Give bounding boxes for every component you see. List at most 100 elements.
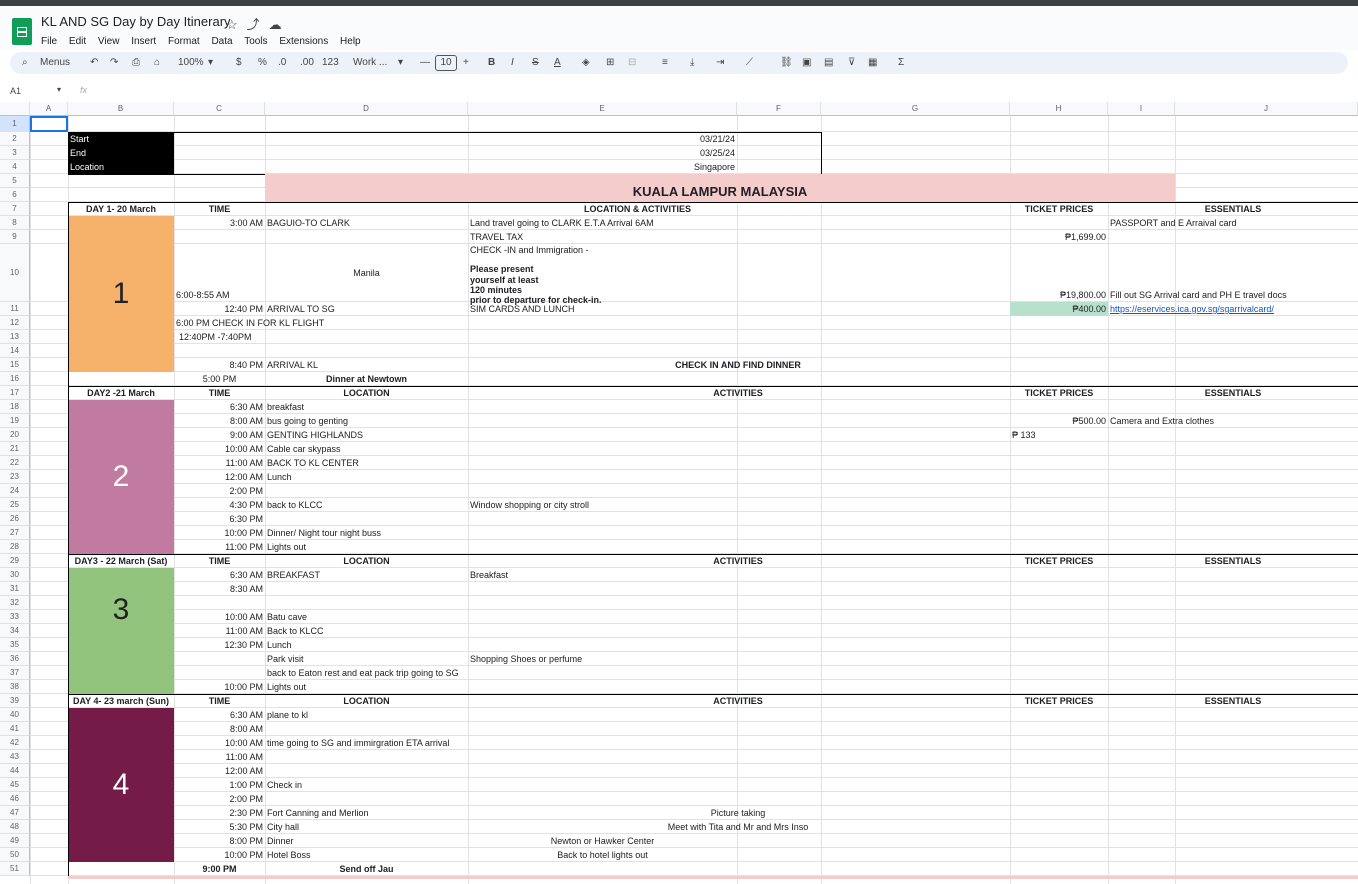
- zoom-select[interactable]: 100%: [178, 56, 204, 70]
- column-header-j[interactable]: J: [1175, 102, 1358, 116]
- menu-tools[interactable]: Tools: [244, 36, 267, 47]
- spreadsheet-grid[interactable]: A B C D E F G H I J 1 2 3 4 5 6 7 8 9 10 11 12 13 14 1…: [0, 102, 1358, 884]
- sheets-logo-icon[interactable]: [12, 18, 32, 45]
- font-size-decrease-button[interactable]: —: [420, 56, 430, 70]
- row-header[interactable]: 8: [0, 216, 30, 230]
- row-header[interactable]: 39: [0, 694, 30, 708]
- fill-color-icon[interactable]: ◈: [582, 56, 590, 70]
- selected-cell-a1[interactable]: [30, 116, 68, 132]
- row-header[interactable]: 38: [0, 680, 30, 694]
- menu-data[interactable]: Data: [211, 36, 232, 47]
- row-header[interactable]: 26: [0, 512, 30, 526]
- row-header[interactable]: 9: [0, 230, 30, 244]
- row-header[interactable]: 4: [0, 160, 30, 174]
- row-header[interactable]: 7: [0, 202, 30, 216]
- row-header[interactable]: 37: [0, 666, 30, 680]
- borders-icon[interactable]: ⊞: [606, 56, 614, 70]
- column-header-a[interactable]: A: [30, 102, 68, 116]
- column-header-b[interactable]: B: [68, 102, 174, 116]
- menu-help[interactable]: Help: [340, 36, 361, 47]
- search-icon[interactable]: ⌕: [22, 56, 28, 70]
- number-format-button[interactable]: 123: [322, 56, 339, 70]
- row-header[interactable]: 47: [0, 806, 30, 820]
- row-header[interactable]: 25: [0, 498, 30, 512]
- banner-title[interactable]: KUALA LAMPUR MALAYSIA: [265, 174, 1175, 202]
- row-header[interactable]: 22: [0, 456, 30, 470]
- insert-link-icon[interactable]: ⛓: [780, 56, 793, 70]
- font-select[interactable]: Work ...: [353, 56, 387, 70]
- row-header[interactable]: 14: [0, 344, 30, 358]
- column-header-e[interactable]: E: [468, 102, 737, 116]
- select-all-corner[interactable]: [0, 102, 30, 116]
- row-header[interactable]: 16: [0, 372, 30, 386]
- percent-button[interactable]: %: [258, 56, 267, 70]
- row-header[interactable]: 2: [0, 132, 30, 146]
- row-header[interactable]: 28: [0, 540, 30, 554]
- column-header-i[interactable]: I: [1108, 102, 1175, 116]
- row-header[interactable]: 35: [0, 638, 30, 652]
- row-header[interactable]: 21: [0, 442, 30, 456]
- decrease-decimal-button[interactable]: .0: [278, 56, 286, 70]
- name-box[interactable]: A1: [10, 86, 21, 96]
- row-header[interactable]: 23: [0, 470, 30, 484]
- menu-insert[interactable]: Insert: [131, 36, 156, 47]
- row-header[interactable]: 12: [0, 316, 30, 330]
- row-header[interactable]: 15: [0, 358, 30, 372]
- row-header[interactable]: 20: [0, 428, 30, 442]
- paint-format-icon[interactable]: ⌂: [154, 56, 160, 70]
- bold-button[interactable]: B: [488, 56, 495, 70]
- row-header[interactable]: 44: [0, 764, 30, 778]
- menu-view[interactable]: View: [98, 36, 120, 47]
- row-header[interactable]: 33: [0, 610, 30, 624]
- row-header[interactable]: 36: [0, 652, 30, 666]
- row-header[interactable]: 32: [0, 596, 30, 610]
- row-header[interactable]: 34: [0, 624, 30, 638]
- move-icon[interactable]: ⤴: [247, 17, 269, 32]
- text-rotate-icon[interactable]: ⟋: [746, 56, 753, 70]
- filter-icon[interactable]: ⊽: [848, 56, 855, 70]
- column-header-g[interactable]: G: [821, 102, 1010, 116]
- filter-views-icon[interactable]: ▦: [868, 56, 877, 70]
- star-icon[interactable]: ☆: [226, 17, 247, 32]
- redo-icon[interactable]: ↷: [110, 56, 118, 70]
- row-header[interactable]: 50: [0, 848, 30, 862]
- column-header-h[interactable]: H: [1010, 102, 1108, 116]
- menu-file[interactable]: File: [41, 36, 57, 47]
- row-header[interactable]: 27: [0, 526, 30, 540]
- row-header[interactable]: 13: [0, 330, 30, 344]
- column-header-f[interactable]: F: [737, 102, 821, 116]
- row-header[interactable]: 30: [0, 568, 30, 582]
- row-header[interactable]: 40: [0, 708, 30, 722]
- row-header[interactable]: 19: [0, 414, 30, 428]
- row-header[interactable]: 49: [0, 834, 30, 848]
- row-header[interactable]: 5: [0, 174, 30, 188]
- undo-icon[interactable]: ↶: [90, 56, 98, 70]
- row-header[interactable]: 18: [0, 400, 30, 414]
- row-header[interactable]: 48: [0, 820, 30, 834]
- row-header[interactable]: 42: [0, 736, 30, 750]
- row-header[interactable]: 29: [0, 554, 30, 568]
- currency-button[interactable]: $: [236, 56, 242, 70]
- menu-extensions[interactable]: Extensions: [279, 36, 328, 47]
- increase-decimal-button[interactable]: .00: [300, 56, 314, 70]
- print-icon[interactable]: ⎙: [132, 56, 140, 70]
- merge-cells-icon[interactable]: ⊟: [628, 56, 636, 70]
- document-title[interactable]: KL AND SG Day by Day Itinerary: [41, 14, 231, 29]
- row-header[interactable]: 43: [0, 750, 30, 764]
- insert-chart-icon[interactable]: ▤: [824, 56, 833, 70]
- row-header[interactable]: 1: [0, 116, 30, 132]
- row-header[interactable]: 31: [0, 582, 30, 596]
- strikethrough-button[interactable]: S: [532, 56, 539, 70]
- row-header[interactable]: 46: [0, 792, 30, 806]
- font-size-increase-button[interactable]: +: [463, 56, 469, 70]
- font-size-input[interactable]: 10: [435, 55, 457, 71]
- functions-button[interactable]: Σ: [898, 56, 904, 70]
- column-header-c[interactable]: C: [174, 102, 265, 116]
- row-header[interactable]: 6: [0, 188, 30, 202]
- row-header[interactable]: 45: [0, 778, 30, 792]
- row-header[interactable]: 3: [0, 146, 30, 160]
- row-header[interactable]: 24: [0, 484, 30, 498]
- text-wrap-icon[interactable]: ⇥: [716, 56, 724, 70]
- menu-edit[interactable]: Edit: [69, 36, 86, 47]
- align-left-icon[interactable]: ≡: [662, 56, 668, 70]
